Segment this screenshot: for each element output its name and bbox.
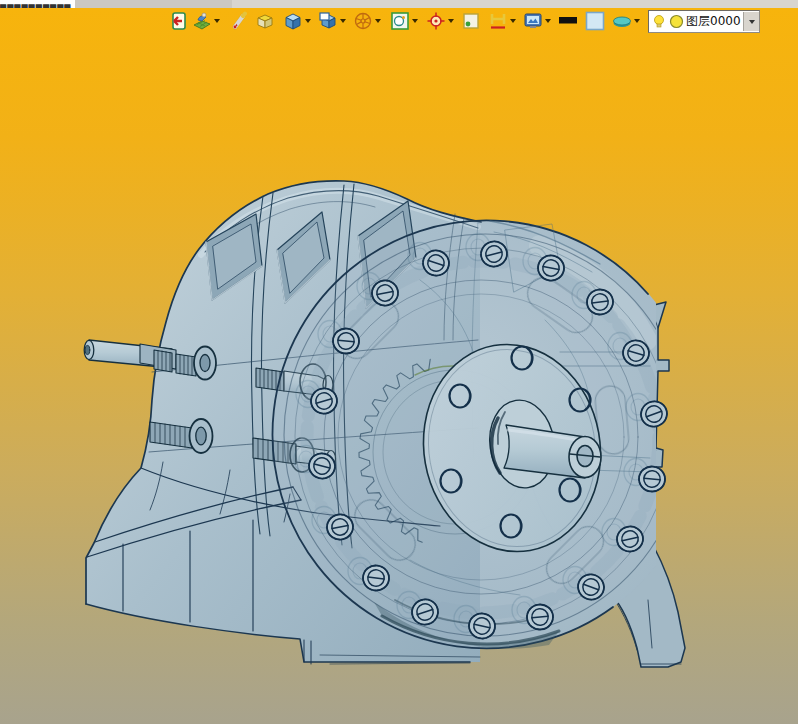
cad-model-3d[interactable] [84,181,701,667]
cad-viewport[interactable] [0,0,798,724]
application-window: ▄▄▄▄▄▄▄▄▄▄ [0,0,798,724]
